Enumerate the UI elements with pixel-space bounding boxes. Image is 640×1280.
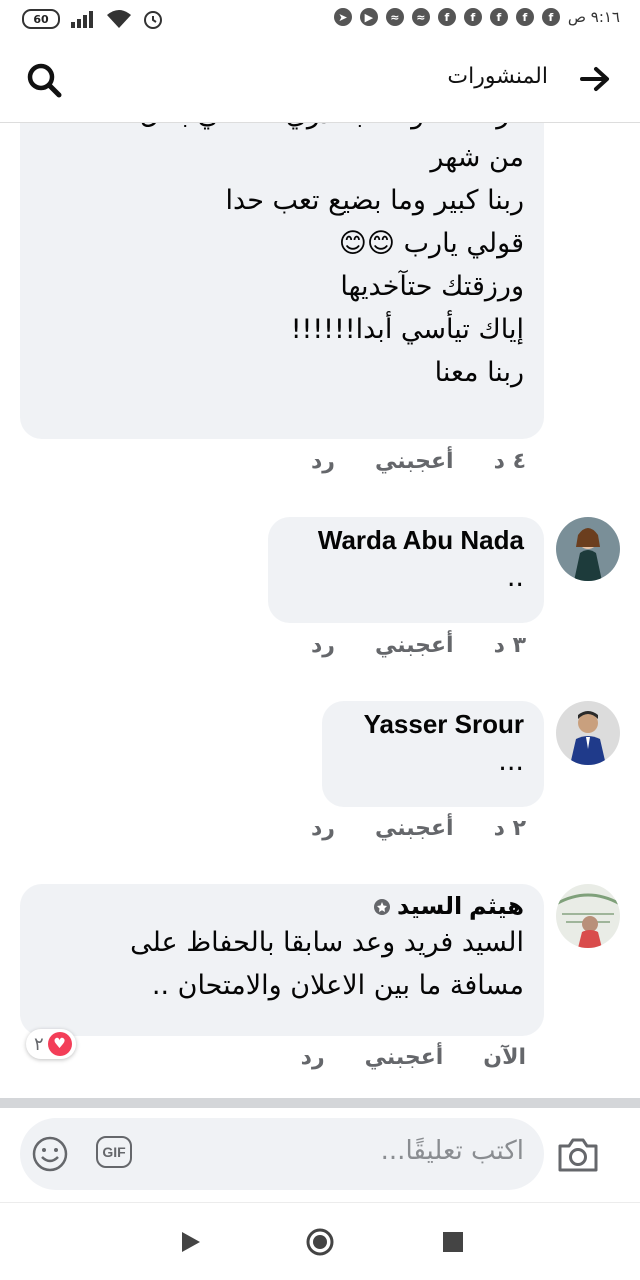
comment-bubble[interactable]: Yasser Srour ... bbox=[322, 701, 544, 807]
camera-icon[interactable] bbox=[556, 1136, 600, 1174]
comment-actions: ٤ د أعجبني رد bbox=[311, 449, 526, 474]
gif-icon[interactable]: GIF bbox=[96, 1136, 132, 1168]
messenger-icon: ≈ bbox=[411, 8, 430, 26]
comment-text: فرصة ،، والله بتقدري تخلصي بأقل من شهر ر… bbox=[140, 123, 524, 388]
like-button[interactable]: أعجبني bbox=[375, 449, 454, 474]
battery-indicator: 60 bbox=[22, 9, 60, 29]
heart-icon: ♥ bbox=[47, 1032, 72, 1056]
status-bar: 60 ➤ ▶ ≈ ≈ f f f f f ٩:١٦ ص bbox=[0, 0, 640, 40]
battery-level: 60 bbox=[33, 12, 49, 26]
commenter-header: هيثم السيد bbox=[36, 892, 524, 921]
emoji-icon[interactable] bbox=[32, 1136, 68, 1172]
search-icon bbox=[27, 63, 62, 98]
play-icon[interactable] bbox=[178, 1230, 202, 1254]
comment-actions: ٣ د أعجبني رد bbox=[311, 633, 526, 658]
reply-button[interactable]: رد bbox=[301, 1045, 325, 1070]
avatar[interactable] bbox=[556, 884, 620, 948]
facebook-icon: f bbox=[489, 8, 508, 26]
comment-bubble[interactable]: فرصة ،، والله بتقدري تخلصي بأقل من شهر ر… bbox=[20, 123, 544, 439]
search-button[interactable] bbox=[24, 60, 64, 100]
back-button[interactable] bbox=[578, 62, 612, 96]
comment-bubble[interactable]: هيثم السيد السيد فريد وعد سابقا بالحفاظ … bbox=[20, 884, 544, 1036]
home-icon[interactable] bbox=[305, 1227, 335, 1257]
wifi-icon bbox=[107, 10, 131, 28]
like-button[interactable]: أعجبني bbox=[365, 1045, 444, 1070]
comment-actions: الآن أعجبني رد bbox=[301, 1045, 526, 1070]
gif-label: GIF bbox=[102, 1144, 126, 1160]
reply-button[interactable]: رد bbox=[311, 449, 335, 474]
like-button[interactable]: أعجبني bbox=[375, 633, 454, 658]
facebook-icon: f bbox=[541, 8, 560, 26]
comments-feed[interactable]: فرصة ،، والله بتقدري تخلصي بأقل من شهر ر… bbox=[0, 123, 640, 1098]
comment-time: الآن bbox=[483, 1045, 526, 1070]
comment-actions: ٢ د أعجبني رد bbox=[311, 816, 526, 841]
facebook-icon: f bbox=[515, 8, 534, 26]
avatar[interactable] bbox=[556, 701, 620, 765]
comment-time: ٢ د bbox=[493, 816, 526, 841]
facebook-icon: f bbox=[463, 8, 482, 26]
messenger-icon: ≈ bbox=[385, 8, 404, 26]
badge-icon bbox=[373, 898, 390, 915]
like-button[interactable]: أعجبني bbox=[375, 816, 454, 841]
stop-icon[interactable] bbox=[443, 1232, 463, 1252]
comment-input[interactable]: GIF اكتب تعليقًا... bbox=[20, 1118, 544, 1190]
comment-text: السيد فريد وعد سابقا بالحفاظ على مسافة م… bbox=[130, 927, 524, 1001]
divider bbox=[0, 1098, 640, 1108]
clock: ٩:١٦ ص bbox=[567, 8, 620, 26]
commenter-name[interactable]: Yasser Srour bbox=[338, 709, 524, 740]
app-bar: المنشورات bbox=[0, 40, 640, 123]
alarm-icon bbox=[144, 11, 162, 29]
comment-placeholder: اكتب تعليقًا... bbox=[380, 1136, 524, 1166]
comment-time: ٤ د bbox=[493, 449, 526, 474]
reply-button[interactable]: رد bbox=[311, 633, 335, 658]
youtube-icon: ▶ bbox=[359, 8, 378, 26]
comment-text: ... bbox=[498, 746, 524, 777]
avatar[interactable] bbox=[556, 517, 620, 581]
reaction-count-value: ٢ bbox=[34, 1033, 44, 1055]
comment-bubble[interactable]: Warda Abu Nada .. bbox=[268, 517, 544, 623]
system-nav-bar bbox=[0, 1203, 640, 1280]
reaction-count[interactable]: ٢ ♥ bbox=[26, 1029, 76, 1059]
comment-time: ٣ د bbox=[493, 633, 526, 658]
page-title: المنشورات bbox=[447, 64, 548, 89]
arrow-right-icon bbox=[580, 67, 609, 91]
reply-button[interactable]: رد bbox=[311, 816, 335, 841]
commenter-name[interactable]: هيثم السيد bbox=[397, 892, 524, 921]
comment-text: .. bbox=[506, 562, 524, 593]
facebook-icon: f bbox=[437, 8, 456, 26]
commenter-name[interactable]: Warda Abu Nada bbox=[284, 525, 524, 556]
telegram-icon: ➤ bbox=[333, 8, 352, 26]
signal-icon bbox=[71, 11, 93, 28]
comment-composer: GIF اكتب تعليقًا... bbox=[0, 1108, 640, 1203]
